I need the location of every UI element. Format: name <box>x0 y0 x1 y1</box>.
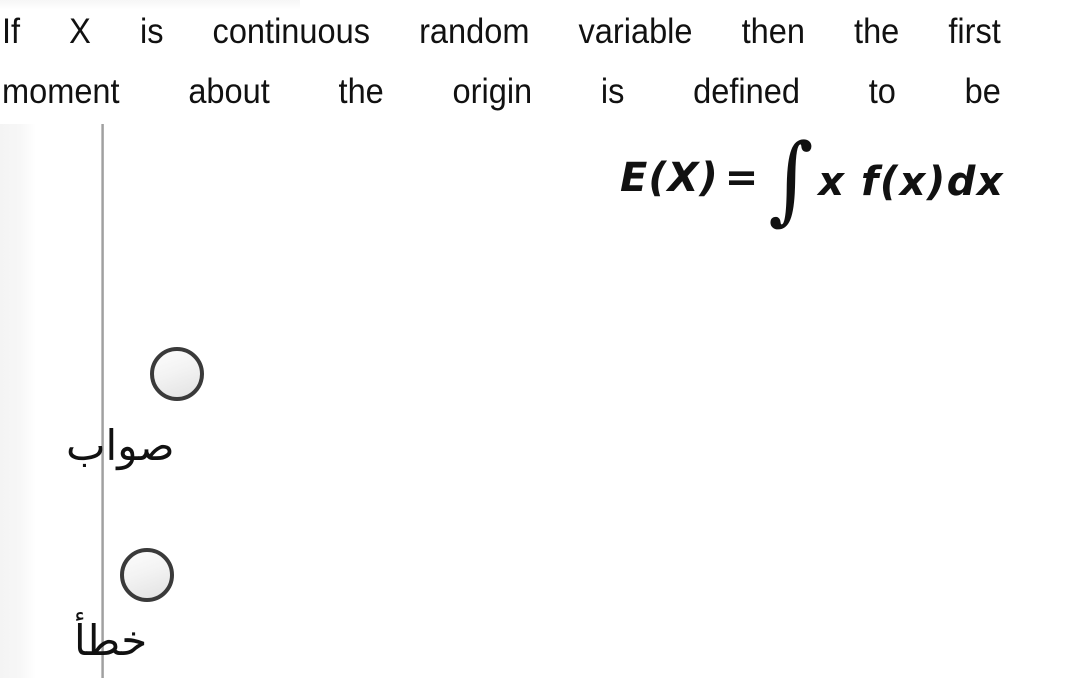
vertical-divider <box>101 124 104 678</box>
formula-rhs: x f(x)dx <box>818 159 1005 205</box>
formula-equals-sign: = <box>724 155 759 201</box>
left-edge-shading <box>0 124 36 678</box>
expected-value-formula: E(X) = ∫ x f(x)dx <box>620 128 1060 228</box>
question-line-2: moment about the origin is defined to be <box>2 72 1001 111</box>
answer-option-true-label[interactable]: صواب <box>66 422 175 469</box>
integral-icon: ∫ <box>768 123 814 236</box>
answer-option-false-label[interactable]: خطأ <box>74 617 147 664</box>
question-screen: If X is continuous random variable then … <box>0 0 1078 678</box>
radio-button-true[interactable] <box>150 347 204 401</box>
formula-lhs: E(X) <box>620 155 719 201</box>
question-statement: If X is continuous random variable then … <box>2 2 1001 122</box>
question-line-1: If X is continuous random variable then … <box>2 12 1001 51</box>
radio-button-false[interactable] <box>120 548 174 602</box>
